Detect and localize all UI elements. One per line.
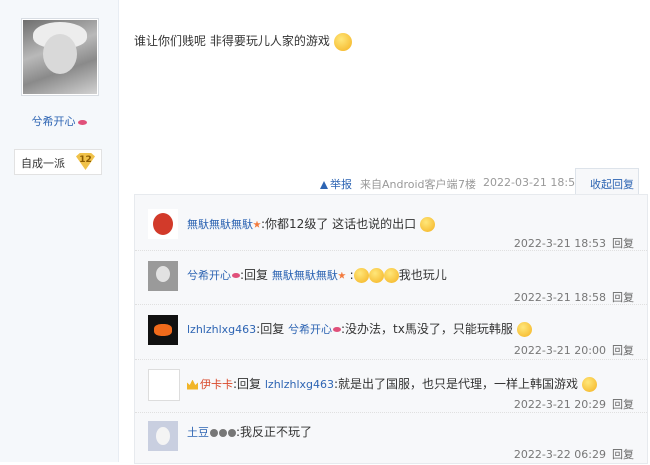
collapse-replies-button[interactable]: 收起回复 <box>590 176 634 192</box>
reply-avatar[interactable] <box>148 261 178 291</box>
report-icon <box>320 181 328 189</box>
reply-button[interactable]: 回复 <box>612 291 634 304</box>
level-number-badge: 12 <box>76 153 95 170</box>
crown-icon <box>187 379 198 390</box>
reply-text: :就是出了国服，也只是代理，一样上韩国游戏 <box>334 377 579 391</box>
reply-content: 兮希开心:回复 無馱無馱無馱 : 我也玩儿 <box>187 268 447 283</box>
smile-emoji-icon <box>581 377 597 392</box>
spark-icon <box>253 220 261 228</box>
report-label: 举报 <box>330 178 352 191</box>
post-floor: 7楼 <box>458 178 476 191</box>
reply-content: 無馱無馱無馱 :你都12级了 这话也说的出口 <box>187 215 435 232</box>
reply-item: 無馱無馱無馱 :你都12级了 这话也说的出口 2022-3-21 18:53 回复 <box>135 195 647 250</box>
reply-button[interactable]: 回复 <box>612 398 634 411</box>
reply-item: 土豆 :我反正不玩了 2022-3-22 06:29 回复 <box>135 412 647 465</box>
author-avatar[interactable] <box>21 18 99 96</box>
badge-icon <box>219 428 227 437</box>
laugh-emoji-icon <box>368 268 384 283</box>
lips-icon <box>333 327 342 332</box>
reply-content: 伊卡卡:回复 lzhlzhlxg463:就是出了国服，也只是代理，一样上韩国游戏 <box>187 375 597 392</box>
reply-time: 2022-3-21 20:00 <box>513 344 606 357</box>
reply-time: 2022-3-21 18:58 <box>513 291 606 304</box>
author-name-link[interactable]: 兮希开心 <box>0 113 118 129</box>
reply-button[interactable]: 回复 <box>612 237 634 250</box>
reply-meta: 2022-3-21 20:29 回复 <box>514 396 634 412</box>
reply-text: :你都12级了 这话也说的出口 <box>261 217 417 231</box>
reply-prefix: :回复 <box>240 268 272 282</box>
level-badge-box[interactable]: 自成一派 12 <box>14 149 102 175</box>
reply-user[interactable]: 兮希开心 <box>187 269 231 282</box>
reply-item: lzhlzhlxg463:回复 兮希开心 :没办法，tx馬没了，只能玩韩服 202… <box>135 304 647 357</box>
reply-user[interactable]: 伊卡卡 <box>200 378 233 391</box>
yawn-emoji-icon <box>333 32 352 51</box>
report-link[interactable]: 举报 <box>320 176 352 192</box>
laugh-emoji-icon <box>383 268 399 283</box>
reply-target[interactable]: 無馱無馱無馱 <box>272 269 338 282</box>
reply-user[interactable]: 無馱無馱無馱 <box>187 218 253 231</box>
reply-content: lzhlzhlxg463:回复 兮希开心 :没办法，tx馬没了，只能玩韩服 <box>187 320 532 337</box>
post-text: 谁让你们贱呢 非得要玩儿人家的游戏 <box>134 34 330 48</box>
reply-user[interactable]: lzhlzhlxg463 <box>187 323 256 336</box>
reply-list: 無馱無馱無馱:你都12级了 这话也说的出口 2022-3-21 18:53 回复 … <box>134 194 648 464</box>
author-name[interactable]: 兮希开心 <box>32 115 76 128</box>
reply-text: 我也玩儿 <box>398 268 447 282</box>
reply-meta: 2022-3-21 18:53 回复 <box>514 235 634 251</box>
reply-time: 2022-3-21 20:29 <box>513 398 606 411</box>
reply-item: 兮希开心:回复 無馱無馱無馱 : 我也玩儿 2022-3-21 18:58 回复 <box>135 250 647 305</box>
reply-avatar[interactable] <box>148 369 180 401</box>
lips-icon <box>77 119 87 125</box>
reply-meta: 2022-3-21 18:58 回复 <box>514 289 634 305</box>
reply-target[interactable]: lzhlzhlxg463 <box>265 378 334 391</box>
reply-time: 2022-3-22 06:29 <box>513 448 606 461</box>
post-content: 谁让你们贱呢 非得要玩儿人家的游戏 <box>134 32 352 51</box>
reply-item: 伊卡卡:回复 lzhlzhlxg463:就是出了国服，也只是代理，一样上韩国游戏… <box>135 359 647 412</box>
reply-target[interactable]: 兮希开心 <box>288 323 332 336</box>
badge-icon <box>210 428 218 437</box>
reply-text: :没办法，tx馬没了，只能玩韩服 <box>341 322 513 336</box>
girl-avatar-icon <box>23 20 97 94</box>
reply-avatar[interactable] <box>148 209 178 239</box>
reply-time: 2022-3-21 18:53 <box>513 237 606 250</box>
reply-button[interactable]: 回复 <box>612 344 634 357</box>
reply-content: 土豆 :我反正不玩了 <box>187 423 312 440</box>
author-sidebar: 兮希开心 自成一派 12 <box>0 0 119 462</box>
reply-prefix: :回复 <box>233 377 265 391</box>
reply-text: :我反正不玩了 <box>236 425 313 439</box>
badge-icon <box>228 428 236 437</box>
post-source[interactable]: 来自Android客户端 <box>360 176 458 192</box>
sweat-emoji-icon <box>516 322 532 337</box>
reply-avatar[interactable] <box>148 315 178 345</box>
lips-icon <box>232 273 240 278</box>
level-name: 自成一派 <box>21 157 65 170</box>
wink-emoji-icon <box>419 217 435 232</box>
reply-button[interactable]: 回复 <box>612 448 634 461</box>
reply-prefix: :回复 <box>256 322 289 336</box>
reply-avatar[interactable] <box>148 421 178 451</box>
reply-meta: 2022-3-22 06:29 回复 <box>514 446 634 462</box>
spark-icon <box>338 271 346 279</box>
reply-meta: 2022-3-21 20:00 回复 <box>514 342 634 358</box>
post-time: 2022-03-21 18:53 <box>483 176 583 189</box>
laugh-emoji-icon <box>353 268 369 283</box>
reply-user[interactable]: 土豆 <box>187 426 209 439</box>
